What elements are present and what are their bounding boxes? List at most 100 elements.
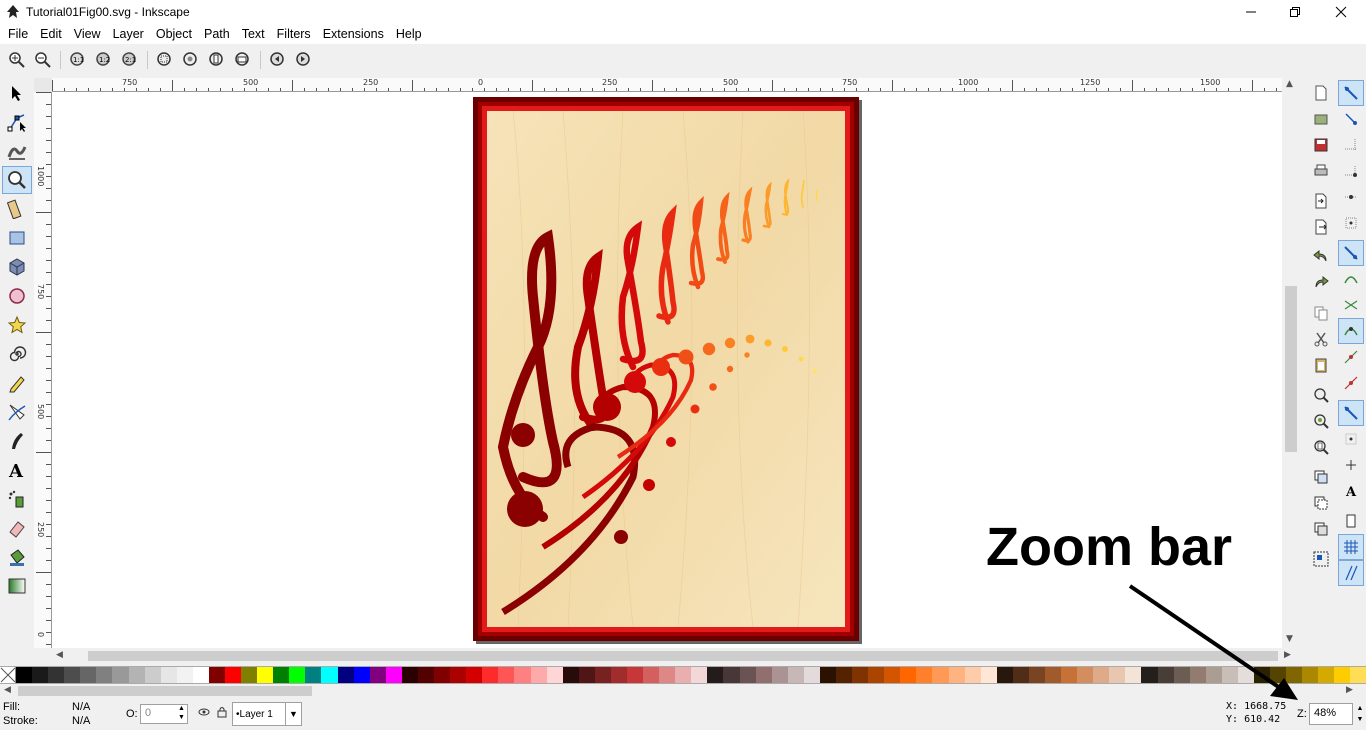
- color-swatch[interactable]: [530, 667, 547, 683]
- color-swatch[interactable]: [112, 667, 129, 683]
- color-swatch[interactable]: [321, 667, 338, 683]
- menu-file[interactable]: File: [2, 27, 34, 41]
- color-swatch[interactable]: [450, 667, 467, 683]
- color-swatch[interactable]: [1045, 667, 1062, 683]
- pencil-tool-icon[interactable]: [2, 369, 32, 397]
- color-swatch[interactable]: [192, 667, 209, 683]
- color-swatch[interactable]: [916, 667, 933, 683]
- zoom-2to1-icon[interactable]: 2:1: [117, 47, 143, 73]
- color-swatch[interactable]: [434, 667, 451, 683]
- menu-path[interactable]: Path: [198, 27, 236, 41]
- color-swatch[interactable]: [996, 667, 1013, 683]
- color-swatch[interactable]: [353, 667, 370, 683]
- color-swatch[interactable]: [868, 667, 885, 683]
- import-icon[interactable]: [1308, 188, 1334, 214]
- paint-bucket-tool-icon[interactable]: [2, 543, 32, 571]
- snap-bbox-corner-icon[interactable]: [1338, 158, 1364, 184]
- color-swatch[interactable]: [578, 667, 595, 683]
- close-button[interactable]: [1318, 0, 1364, 24]
- menu-text[interactable]: Text: [236, 27, 271, 41]
- zoom-in-icon[interactable]: [4, 47, 30, 73]
- scroll-left-icon[interactable]: ◀: [56, 650, 63, 660]
- eye-icon[interactable]: [198, 707, 210, 720]
- redo-icon[interactable]: [1308, 270, 1334, 296]
- zoom-selection-icon[interactable]: [1308, 382, 1334, 408]
- zoom-page-icon[interactable]: [204, 47, 230, 73]
- gradient-tool-icon[interactable]: [2, 572, 32, 600]
- color-swatch[interactable]: [160, 667, 177, 683]
- color-swatch[interactable]: [385, 667, 402, 683]
- color-swatch[interactable]: [482, 667, 499, 683]
- snap-others-icon[interactable]: [1338, 400, 1364, 426]
- snap-bbox-icon[interactable]: [1338, 106, 1364, 132]
- color-swatch[interactable]: [723, 667, 740, 683]
- measure-tool-icon[interactable]: [2, 195, 32, 223]
- opacity-spinner[interactable]: ▲ ▼: [178, 704, 185, 722]
- zoom-spinner[interactable]: ▲ ▼: [1354, 703, 1366, 725]
- color-swatch[interactable]: [1077, 667, 1094, 683]
- snap-midpoint-icon[interactable]: [1338, 370, 1364, 396]
- cut-icon[interactable]: [1308, 326, 1334, 352]
- chevron-down-icon[interactable]: ▼: [285, 703, 301, 725]
- color-swatch[interactable]: [884, 667, 901, 683]
- 3d-box-tool-icon[interactable]: [2, 253, 32, 281]
- color-swatch[interactable]: [128, 667, 145, 683]
- export-icon[interactable]: [1308, 214, 1334, 240]
- color-swatch[interactable]: [787, 667, 804, 683]
- color-swatch[interactable]: [305, 667, 322, 683]
- snap-cusp-icon[interactable]: [1338, 318, 1364, 344]
- color-swatch[interactable]: [852, 667, 869, 683]
- vertical-scrollbar[interactable]: ▲ ▼: [1282, 78, 1300, 648]
- color-swatch[interactable]: [707, 667, 724, 683]
- vertical-ruler[interactable]: 1000 750 500 250 0: [34, 92, 52, 648]
- zoom-1to2-icon[interactable]: 1:2: [91, 47, 117, 73]
- color-swatch[interactable]: [755, 667, 772, 683]
- color-swatch[interactable]: [1318, 667, 1335, 683]
- color-swatch[interactable]: [1012, 667, 1029, 683]
- menu-help[interactable]: Help: [390, 27, 428, 41]
- snap-bbox-edge-icon[interactable]: [1338, 132, 1364, 158]
- zoom-1to1-icon[interactable]: 1:1: [65, 47, 91, 73]
- color-swatch[interactable]: [932, 667, 949, 683]
- print-icon[interactable]: [1308, 158, 1334, 184]
- save-icon[interactable]: [1308, 132, 1334, 158]
- duplicate-icon[interactable]: [1308, 464, 1334, 490]
- zoom-page-width-icon[interactable]: [230, 47, 256, 73]
- snap-rotation-center-icon[interactable]: [1338, 452, 1364, 478]
- spray-tool-icon[interactable]: [2, 485, 32, 513]
- color-swatch[interactable]: [273, 667, 290, 683]
- menu-edit[interactable]: Edit: [34, 27, 68, 41]
- color-swatch[interactable]: [369, 667, 386, 683]
- color-swatch[interactable]: [48, 667, 65, 683]
- zoom-drawing-icon[interactable]: [178, 47, 204, 73]
- unlink-clone-icon[interactable]: [1308, 516, 1334, 542]
- color-swatch[interactable]: [1028, 667, 1045, 683]
- fill-value[interactable]: N/A: [72, 701, 90, 713]
- snap-bbox-center-icon[interactable]: [1338, 210, 1364, 236]
- color-swatch[interactable]: [610, 667, 627, 683]
- tweak-tool-icon[interactable]: [2, 137, 32, 165]
- zoom-out-icon[interactable]: [30, 47, 56, 73]
- snap-enable-icon[interactable]: [1338, 80, 1364, 106]
- clone-icon[interactable]: [1308, 490, 1334, 516]
- color-swatch[interactable]: [96, 667, 113, 683]
- stroke-value[interactable]: N/A: [72, 715, 90, 727]
- snap-page-border-icon[interactable]: [1338, 508, 1364, 534]
- scrollbar-thumb[interactable]: [18, 686, 312, 696]
- rectangle-tool-icon[interactable]: [2, 224, 32, 252]
- color-swatch[interactable]: [401, 667, 418, 683]
- color-swatch[interactable]: [144, 667, 161, 683]
- zoom-drawing-icon[interactable]: [1308, 408, 1334, 434]
- zoom-tool-icon[interactable]: [2, 166, 32, 194]
- spiral-tool-icon[interactable]: [2, 340, 32, 368]
- color-swatch[interactable]: [208, 667, 226, 683]
- zoom-selection-icon[interactable]: [152, 47, 178, 73]
- no-paint-swatch[interactable]: [0, 667, 16, 683]
- color-swatch[interactable]: [900, 667, 917, 683]
- scroll-up-icon[interactable]: ▲: [1286, 79, 1293, 89]
- color-swatch[interactable]: [64, 667, 81, 683]
- open-icon[interactable]: [1308, 106, 1334, 132]
- snap-nodes-icon[interactable]: [1338, 240, 1364, 266]
- color-swatch[interactable]: [948, 667, 965, 683]
- color-swatch[interactable]: [241, 667, 258, 683]
